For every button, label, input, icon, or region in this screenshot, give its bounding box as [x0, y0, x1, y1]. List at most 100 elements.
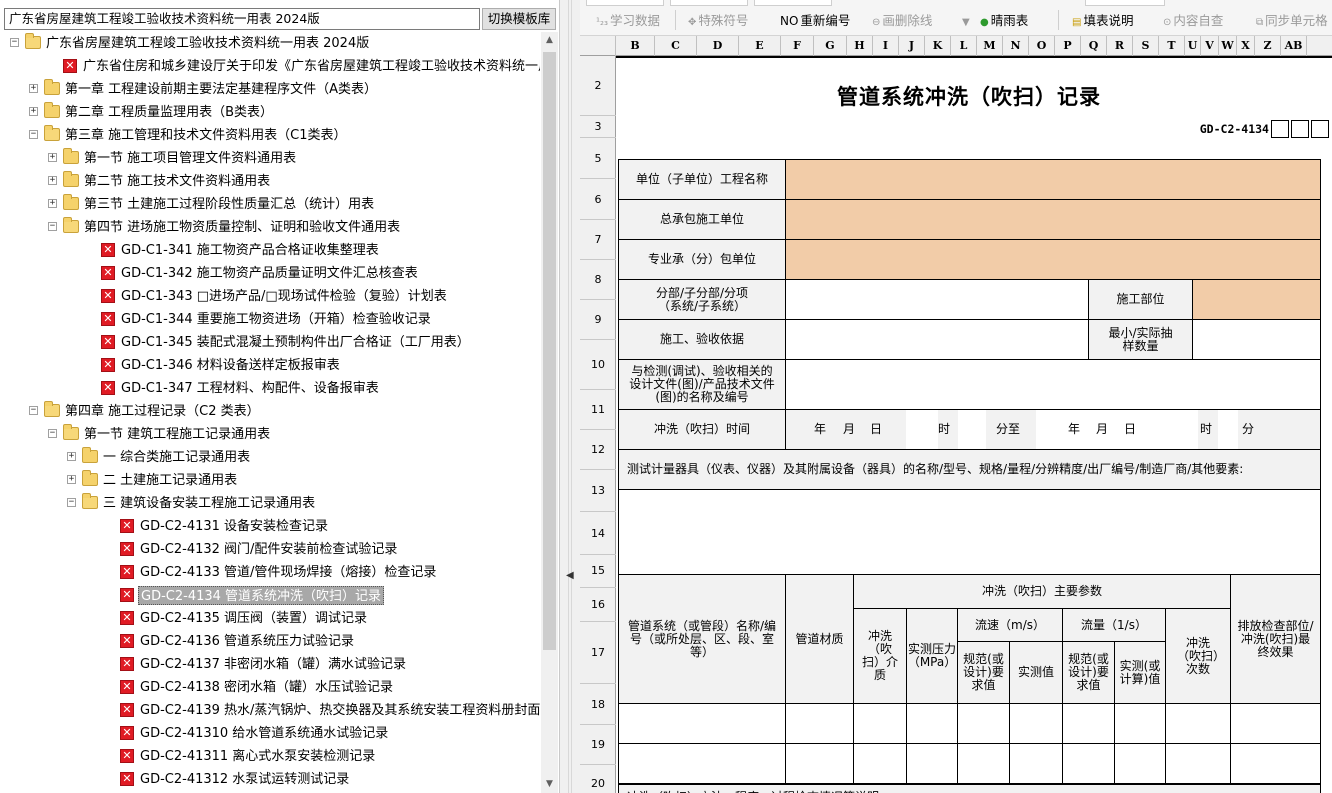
column-header[interactable]: P: [1055, 36, 1081, 56]
collapse-icon[interactable]: −: [29, 406, 38, 415]
tree-node[interactable]: ✕ GD-C1-345 装配式混凝土预制构件出厂合格证（工厂用表）: [4, 331, 540, 354]
data-cell[interactable]: [957, 703, 1010, 744]
data-cell[interactable]: [1230, 743, 1321, 784]
column-header[interactable]: B: [616, 36, 655, 56]
tree-node[interactable]: − 第三章 施工管理和技术文件资料用表（C1类表）: [4, 124, 540, 147]
column-header[interactable]: G: [814, 36, 847, 56]
column-header[interactable]: C: [655, 36, 697, 56]
column-header[interactable]: W: [1219, 36, 1237, 56]
column-header[interactable]: V: [1201, 36, 1219, 56]
column-header[interactable]: R: [1107, 36, 1133, 56]
pane-splitter[interactable]: ◀: [560, 0, 580, 793]
row-header[interactable]: 10: [580, 339, 616, 390]
division-input[interactable]: [785, 279, 1089, 320]
time-hour-box-2[interactable]: [1166, 410, 1198, 449]
data-cell[interactable]: [618, 743, 786, 784]
tree-node[interactable]: ✕ GD-C2-4135 调压阀（装置）调试记录: [4, 607, 540, 630]
tree-node[interactable]: + 一 综合类施工记录通用表: [4, 446, 540, 469]
row-header[interactable]: 9: [580, 299, 616, 340]
sheet-corner[interactable]: [580, 36, 616, 56]
unit-name-input[interactable]: [785, 159, 1321, 200]
data-cell[interactable]: [1009, 703, 1063, 744]
scroll-down-icon[interactable]: ▼: [541, 776, 558, 793]
general-contractor-input[interactable]: [785, 199, 1321, 240]
tree-node[interactable]: − 第一节 建筑工程施工记录通用表: [4, 423, 540, 446]
tree-node[interactable]: ✕ GD-C2-4134 管道系统冲洗（吹扫）记录: [4, 584, 540, 607]
column-header[interactable]: X: [1237, 36, 1255, 56]
tree-node[interactable]: ✕ GD-C1-346 材料设备送样定板报审表: [4, 354, 540, 377]
column-header[interactable]: I: [873, 36, 899, 56]
data-cell[interactable]: [1009, 743, 1063, 784]
tree-node[interactable]: ✕ GD-C2-4138 密闭水箱（罐）水压试验记录: [4, 676, 540, 699]
data-cell[interactable]: [1114, 743, 1166, 784]
doc-tab[interactable]: [586, 0, 664, 6]
time-minute-box[interactable]: [958, 410, 986, 449]
row-header[interactable]: 3: [580, 116, 616, 138]
row-header[interactable]: 17: [580, 622, 616, 684]
data-cell[interactable]: [1165, 703, 1231, 744]
tree-node[interactable]: ✕ GD-C1-347 工程材料、构配件、设备报审表: [4, 377, 540, 400]
data-cell[interactable]: [853, 703, 907, 744]
row-header[interactable]: 14: [580, 512, 616, 555]
tree-node[interactable]: − 三 建筑设备安装工程施工记录通用表: [4, 492, 540, 515]
collapse-icon[interactable]: −: [67, 498, 76, 507]
tree-node[interactable]: + 第二节 施工技术文件资料通用表: [4, 170, 540, 193]
data-cell[interactable]: [618, 703, 786, 744]
column-header[interactable]: O: [1029, 36, 1055, 56]
tree-node[interactable]: ✕ GD-C1-344 重要施工物资进场（开箱）检查验收记录: [4, 308, 540, 331]
instruments-input[interactable]: [618, 489, 1321, 575]
tree-node[interactable]: + 第二章 工程质量监理用表（B类表）: [4, 101, 540, 124]
row-header[interactable]: 13: [580, 469, 616, 512]
code-box[interactable]: [1291, 120, 1309, 138]
collapse-left-icon[interactable]: ◀: [566, 570, 574, 581]
row-header[interactable]: 18: [580, 684, 616, 725]
expand-icon[interactable]: +: [48, 176, 57, 185]
column-header[interactable]: M: [977, 36, 1003, 56]
scroll-up-icon[interactable]: ▲: [541, 32, 558, 49]
column-header[interactable]: Z: [1255, 36, 1281, 56]
code-box[interactable]: [1311, 120, 1329, 138]
data-cell[interactable]: [1165, 743, 1231, 784]
data-cell[interactable]: [853, 743, 907, 784]
expand-icon[interactable]: +: [29, 107, 38, 116]
sub-contractor-input[interactable]: [785, 239, 1321, 280]
tree-node[interactable]: − 广东省房屋建筑工程竣工验收技术资料统一用表 2024版: [4, 32, 540, 55]
row-header[interactable]: 19: [580, 724, 616, 765]
doc-tab[interactable]: [670, 0, 748, 6]
tree-node[interactable]: ✕ GD-C2-4133 管道/管件现场焊接（熔接）检查记录: [4, 561, 540, 584]
row-header[interactable]: 8: [580, 259, 616, 300]
row-header[interactable]: 20: [580, 764, 616, 793]
time-input-row[interactable]: 年 月 日 时 分至 年 月 日 时 分: [785, 409, 1321, 450]
scrollbar-thumb[interactable]: [543, 52, 556, 650]
tree-scrollbar[interactable]: ▲ ▼: [541, 32, 558, 793]
column-header[interactable]: T: [1159, 36, 1185, 56]
time-minute-box-2[interactable]: [1218, 410, 1238, 449]
sync-cell-button[interactable]: ⧉ 同步单元格: [1256, 12, 1328, 30]
tree-node[interactable]: ✕ GD-C2-4136 管道系统压力试验记录: [4, 630, 540, 653]
data-cell[interactable]: [785, 703, 854, 744]
data-cell[interactable]: [906, 703, 958, 744]
column-header[interactable]: L: [951, 36, 977, 56]
tree-node[interactable]: ✕ GD-C2-4137 非密闭水箱（罐）满水试验记录: [4, 653, 540, 676]
time-hour-box[interactable]: [906, 410, 938, 449]
instructions-button[interactable]: ▤ 填表说明: [1072, 12, 1133, 30]
design-docs-input[interactable]: [785, 359, 1321, 410]
row-header[interactable]: 16: [580, 588, 616, 622]
column-header[interactable]: K: [925, 36, 951, 56]
data-cell[interactable]: [1062, 743, 1115, 784]
tree-node[interactable]: ✕ GD-C1-342 施工物资产品质量证明文件汇总核查表: [4, 262, 540, 285]
column-header[interactable]: H: [847, 36, 873, 56]
strikethrough-dropdown[interactable]: ▼: [962, 12, 972, 30]
column-header[interactable]: AB: [1281, 36, 1307, 56]
column-header[interactable]: Q: [1081, 36, 1107, 56]
expand-icon[interactable]: +: [29, 84, 38, 93]
row-header[interactable]: 15: [580, 554, 616, 588]
column-header[interactable]: J: [899, 36, 925, 56]
row-header[interactable]: 2: [580, 56, 616, 116]
collapse-icon[interactable]: −: [10, 38, 19, 47]
expand-icon[interactable]: +: [48, 153, 57, 162]
self-check-button[interactable]: ⊙ 内容自查: [1163, 12, 1223, 30]
weather-button[interactable]: ● 晴雨表: [980, 12, 1028, 30]
data-cell[interactable]: [785, 743, 854, 784]
collapse-icon[interactable]: −: [29, 130, 38, 139]
